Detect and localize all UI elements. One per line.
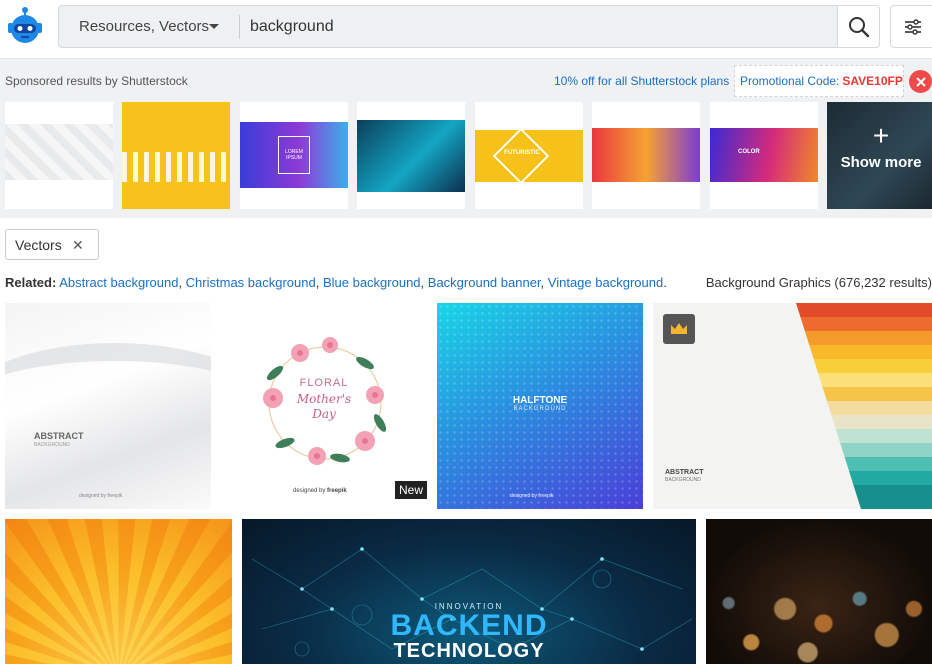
sponsored-thumb[interactable]: COLOR	[710, 102, 818, 209]
sponsored-thumb[interactable]	[357, 102, 465, 209]
card-title: ABSTRACT	[34, 431, 84, 441]
related-link[interactable]: Background banner	[428, 275, 541, 290]
thumb-text: LOREM IPSUM	[278, 136, 310, 174]
freepik-robot-logo[interactable]	[5, 5, 45, 45]
search-bar: Resources, Vectors	[58, 5, 880, 48]
close-promo-button[interactable]	[909, 70, 932, 93]
result-card-floral[interactable]: FLORAL Mother's Day designed by freepik …	[221, 303, 427, 509]
related-label: Related:	[5, 275, 57, 290]
remove-filter-icon[interactable]: ✕	[72, 237, 84, 254]
card-credit: designed by freepik	[510, 493, 553, 499]
promo-code-box[interactable]: Promotional Code: SAVE10FP	[734, 65, 904, 97]
related-link[interactable]: Abstract background	[59, 275, 178, 290]
brand: freepik	[107, 493, 123, 499]
card-credit: designed by freepik	[79, 493, 122, 499]
card-subtitle: Mother's	[296, 392, 352, 406]
card-title: BACKEND	[390, 609, 548, 642]
card-subtitle: BACKGROUND	[513, 406, 567, 412]
results-count: Background Graphics (676,232 results)	[705, 275, 932, 290]
sliders-icon	[905, 18, 921, 35]
card-subtitle-2: Day	[312, 407, 336, 421]
search-icon	[848, 16, 869, 37]
header: Resources, Vectors	[0, 0, 932, 56]
plus-icon: +	[872, 120, 890, 151]
sponsored-thumb[interactable]: LOREM IPSUM	[240, 102, 348, 209]
sponsored-label: Sponsored results by Shutterstock	[5, 74, 188, 88]
result-card-backend-tech[interactable]: INNOVATION BACKEND TECHNOLOGY	[242, 519, 696, 664]
search-input[interactable]	[250, 7, 830, 46]
card-subtitle: TECHNOLOGY	[393, 640, 545, 662]
related-link[interactable]: Christmas background	[186, 275, 316, 290]
premium-badge	[663, 314, 695, 344]
thumb-text: FUTURISTIC	[504, 150, 540, 156]
sponsored-thumb[interactable]	[592, 102, 700, 209]
filters-button[interactable]	[890, 5, 932, 48]
related-link[interactable]: Vintage background	[548, 275, 663, 290]
related-link[interactable]: Blue background	[323, 275, 421, 290]
sponsored-thumb[interactable]: FUTURISTIC	[475, 102, 583, 209]
result-card-halftone[interactable]: HALFTONE BACKGROUND designed by freepik	[437, 303, 643, 509]
promo-link[interactable]: 10% off for all Shutterstock plans	[554, 74, 729, 88]
filter-chip-vectors[interactable]: Vectors ✕	[5, 229, 99, 260]
card-credit: designed by freepik	[293, 488, 347, 494]
caret-down-icon	[209, 24, 219, 29]
card-title: FLORAL	[299, 377, 349, 389]
sponsored-thumb[interactable]	[5, 102, 113, 209]
result-card-stripes[interactable]: ABSTRACT BACKGROUND	[653, 303, 932, 509]
card-title: HALFTONE	[512, 395, 568, 406]
filter-chip-label: Vectors	[15, 236, 62, 253]
result-card-abstract-white[interactable]: ABSTRACT BACKGROUND designed by freepik	[5, 303, 211, 509]
result-card-bokeh[interactable]	[706, 519, 932, 664]
designed-by: designed by	[293, 488, 326, 494]
show-more-button[interactable]: + Show more	[827, 102, 932, 209]
promo-code: SAVE10FP	[842, 74, 903, 88]
search-button[interactable]	[837, 5, 880, 48]
close-icon	[915, 76, 926, 87]
promo-code-label: Promotional Code:	[740, 74, 840, 88]
divider	[239, 15, 240, 39]
resource-type-select[interactable]: Resources, Vectors	[59, 6, 239, 47]
card-title: ABSTRACT	[665, 469, 704, 476]
brand: freepik	[538, 493, 554, 499]
related-searches: Related: Abstract background, Christmas …	[5, 275, 667, 290]
thumb-text: COLOR	[738, 149, 760, 155]
designed-by: designed by	[510, 493, 537, 499]
new-badge: New	[394, 481, 427, 499]
brand: freepik	[327, 488, 347, 494]
resource-type-label: Resources, Vectors	[79, 18, 210, 35]
card-subtitle: BACKGROUND	[34, 442, 70, 448]
designed-by: designed by	[79, 493, 106, 499]
crown-icon	[671, 323, 687, 334]
sponsored-thumb[interactable]	[122, 102, 230, 209]
sponsored-section: Sponsored results by Shutterstock 10% of…	[0, 58, 932, 218]
show-more-label: Show more	[840, 154, 922, 171]
result-card-sunburst[interactable]	[5, 519, 232, 664]
card-subtitle: BACKGROUND	[665, 477, 701, 483]
